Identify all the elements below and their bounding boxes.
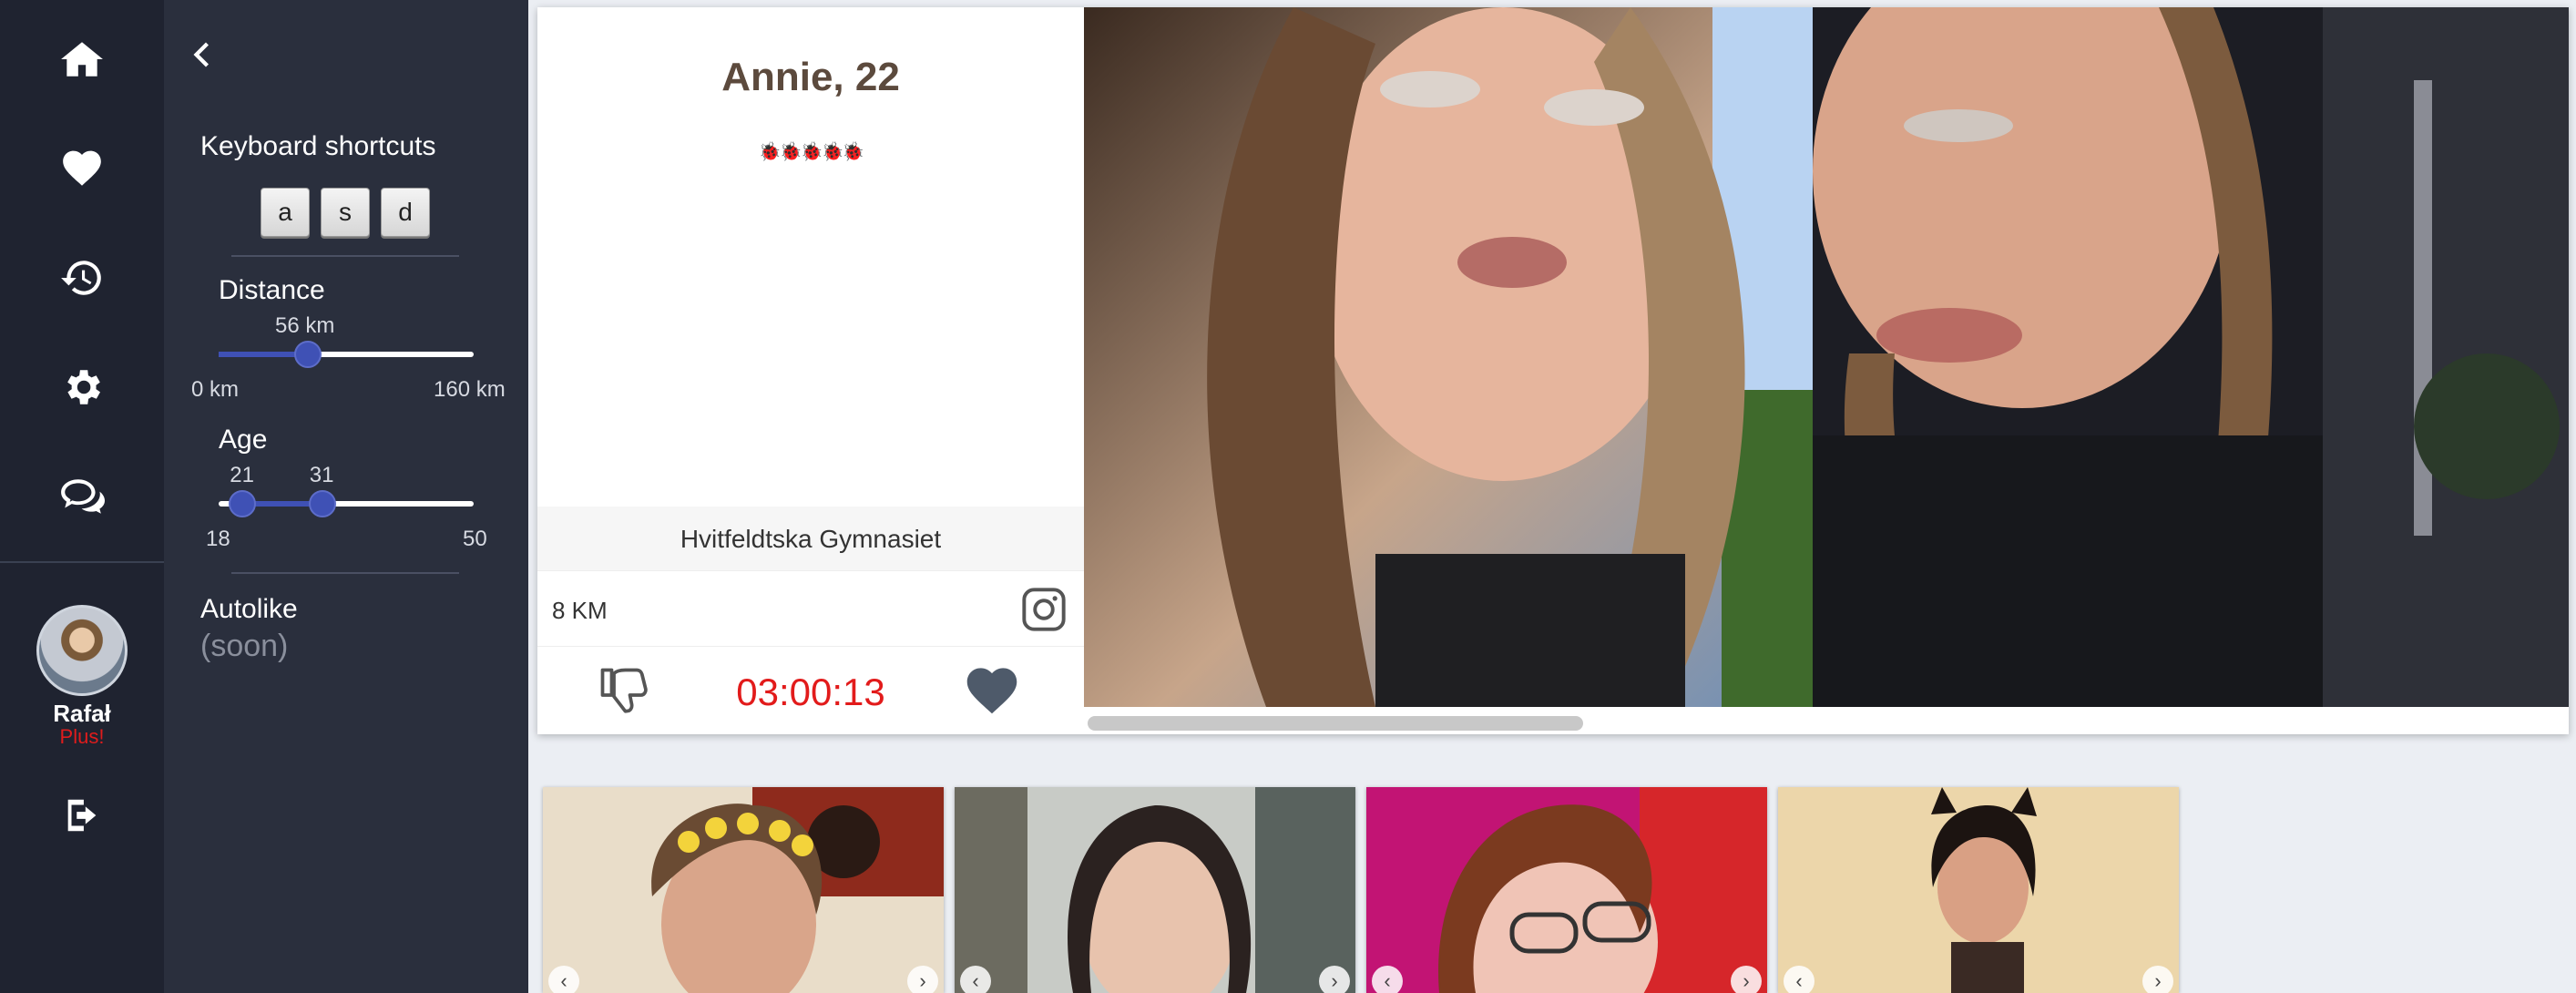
nav-messages-button[interactable] [0,456,164,537]
nav-history-button[interactable] [0,237,164,319]
shortcut-key-a[interactable]: a [261,188,310,237]
thumbnail-next-button[interactable]: › [2142,966,2173,993]
collapse-panel-button[interactable] [182,36,219,73]
distance-row: 8 KM [537,570,1084,647]
photo-scrollbar-thumb[interactable] [1088,716,1583,731]
thumbs-down-icon[interactable] [596,663,650,718]
thumbnail-photo [955,787,1355,993]
age-max-thumb[interactable] [308,490,336,517]
settings-panel: Keyboard shortcuts a s d Distance 56 km … [164,0,528,993]
divider [231,572,459,574]
match-thumbnail[interactable]: ‹ › [1366,787,1767,993]
autolike-title: Autolike [200,594,298,624]
thumbnail-next-button[interactable]: › [1731,966,1762,993]
distance-title: Distance [219,275,325,305]
shortcuts-title: Keyboard shortcuts [200,131,436,161]
profile-card: Annie, 22 🐞🐞🐞🐞🐞 Hvitfeldtska Gymnasiet 8… [537,7,2569,734]
gear-icon [67,370,100,404]
like-heart-icon[interactable] [962,661,1022,716]
thumbnail-photo [543,787,944,993]
age-high-value-label: 31 [309,463,334,487]
profile-school: Hvitfeldtska Gymnasiet [680,525,942,553]
home-icon [61,42,103,77]
photo-carousel[interactable] [1084,7,2569,707]
age-title: Age [219,425,268,455]
thumbnail-next-button[interactable]: › [1319,966,1350,993]
thumbnail-prev-button[interactable]: ‹ [1372,966,1403,993]
school-row: Hvitfeldtska Gymnasiet [537,507,1084,570]
shortcut-key-d[interactable]: d [381,188,430,237]
nav-settings-button[interactable] [0,346,164,428]
match-thumbnail[interactable]: ‹ › [543,787,944,993]
history-icon [61,261,101,295]
action-row: 03:00:13 [537,647,1084,734]
nav-rail: Rafał Plus! [0,0,164,993]
age-min-label: 18 [206,527,230,551]
shortcut-key-s[interactable]: s [321,188,370,237]
match-thumbnail[interactable]: ‹ › [955,787,1355,993]
profile-badges: 🐞🐞🐞🐞🐞 [758,142,865,162]
thumbnail-photo [1366,787,1767,993]
logout-button[interactable] [0,774,164,856]
profile-photo-2 [1813,7,2569,707]
distance-max-label: 160 km [434,377,506,402]
distance-slider-thumb[interactable] [294,341,322,368]
thumbnail-prev-button[interactable]: ‹ [1784,966,1814,993]
distance-min-label: 0 km [191,377,240,402]
thumbnail-prev-button[interactable]: ‹ [548,966,579,993]
chat-icon [61,479,105,514]
age-min-thumb[interactable] [229,490,257,517]
profile-photo-1 [1084,7,1813,707]
chevron-left-icon [193,42,209,67]
logout-icon [67,799,97,832]
distance-value-label: 56 km [275,313,335,338]
divider [231,255,459,257]
rail-divider [0,561,164,563]
thumbnail-next-button[interactable]: › [907,966,938,993]
age-low-value-label: 21 [230,463,254,487]
user-name: Rafał [53,700,111,727]
age-range-slider[interactable] [219,501,474,507]
instagram-icon[interactable] [1020,586,1068,633]
user-plan-badge: Plus! [59,725,105,748]
nav-likes-button[interactable] [0,128,164,210]
age-max-label: 50 [463,527,487,551]
heart-icon [63,150,101,186]
match-thumbnail[interactable]: ‹ › [1778,787,2179,993]
thumbnail-prev-button[interactable]: ‹ [960,966,991,993]
autolike-note: (soon) [200,629,289,663]
profile-name-age: Annie, 22 [721,55,900,99]
thumbnail-photo [1778,787,2179,993]
profile-info: Annie, 22 🐞🐞🐞🐞🐞 Hvitfeldtska Gymnasiet 8… [537,7,1084,734]
nav-home-button[interactable] [0,18,164,100]
distance-slider[interactable] [219,352,474,357]
avatar[interactable] [36,605,128,696]
profile-distance: 8 KM [552,597,608,624]
countdown-timer: 03:00:13 [736,671,885,713]
